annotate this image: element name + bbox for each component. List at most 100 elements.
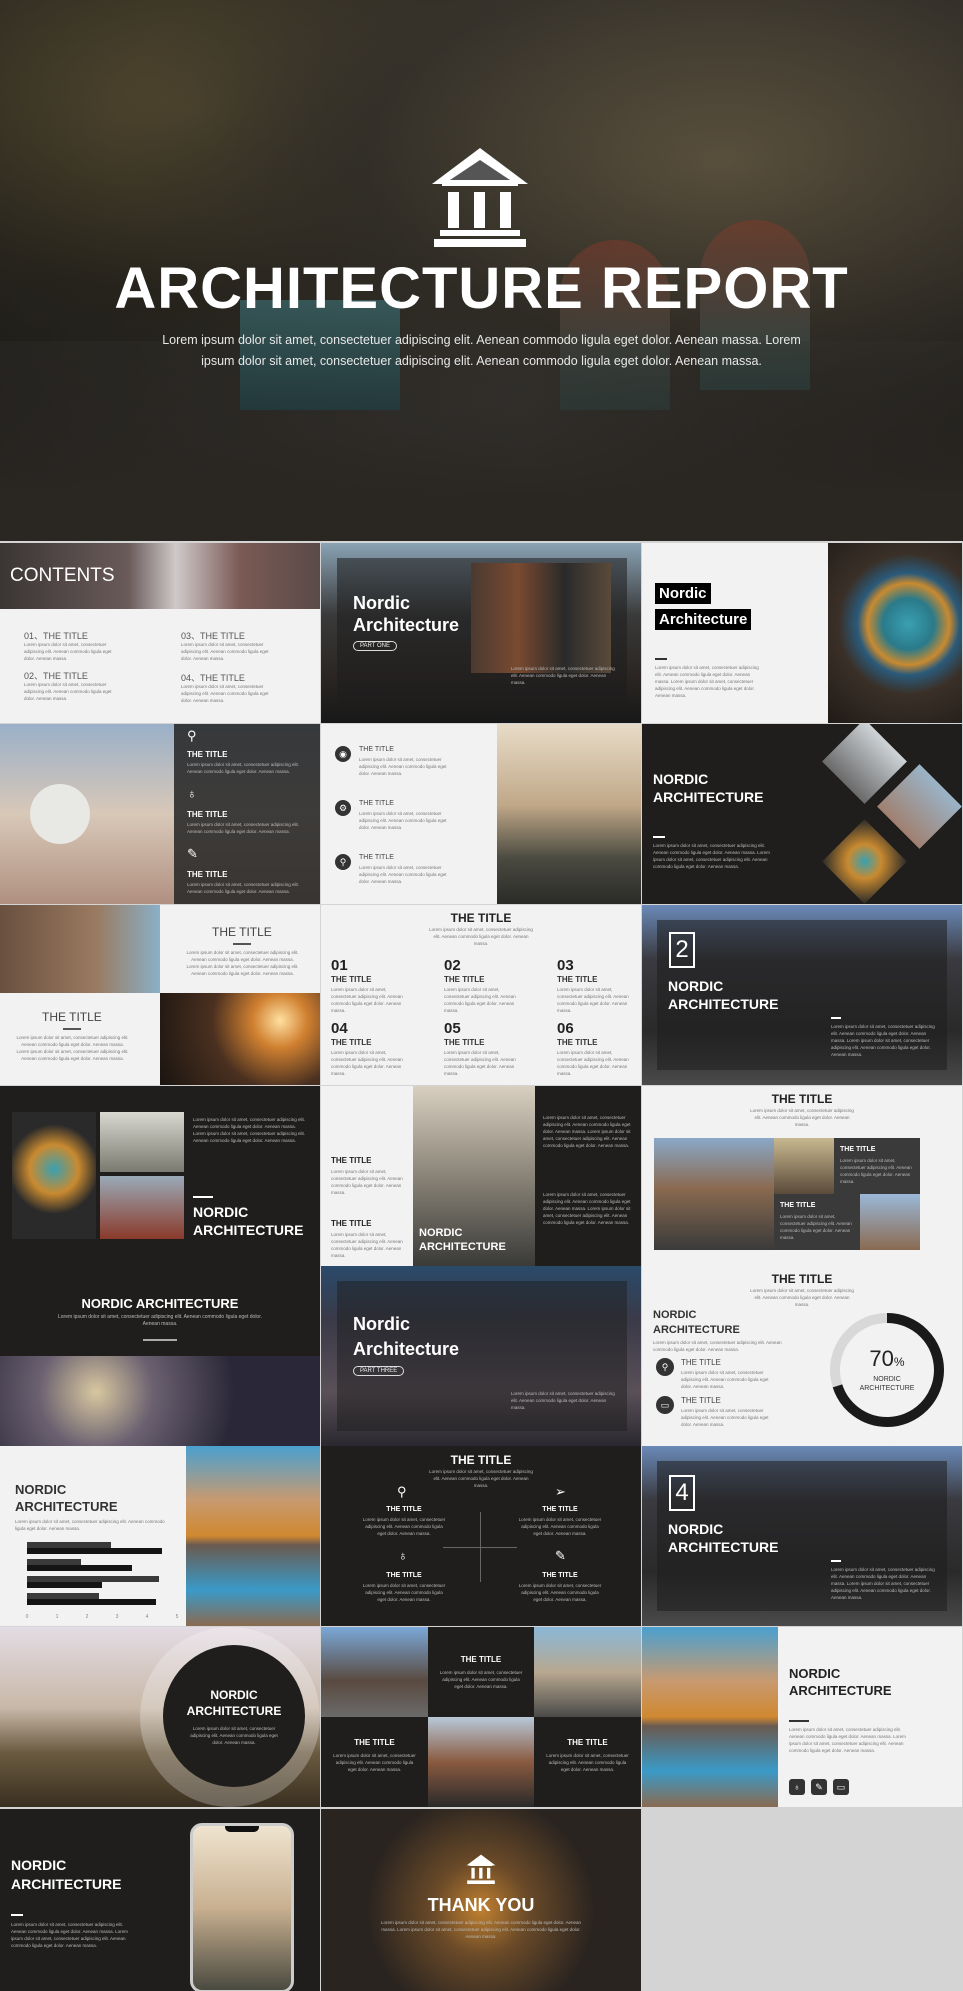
feature-desc: Lorem ipsum dolor sit amet, consectetuer… <box>518 1517 602 1536</box>
slide-section-4[interactable]: 4 NORDIC ARCHITECTURE Lorem ipsum dolor … <box>642 1446 962 1626</box>
title-card: THE TITLE Lorem ipsum dolor sit amet, co… <box>834 1138 920 1194</box>
astronomical-clock-photo <box>828 543 962 723</box>
lightbulb-icon[interactable]: ♁ <box>789 1779 805 1795</box>
slide-title-architecture: Architecture <box>353 615 460 635</box>
slide-nordic-clock[interactable]: Nordic Architecture Lorem ipsum dolor si… <box>642 543 962 723</box>
feature-desc: Lorem ipsum dolor sit amet, consectetuer… <box>362 1517 446 1536</box>
bar <box>27 1542 111 1548</box>
bar <box>27 1559 81 1565</box>
feature-title: THE TITLE <box>542 1506 578 1513</box>
slide-seagull[interactable]: ⚲ THE TITLE Lorem ipsum dolor sit amet, … <box>0 724 320 904</box>
slide-title: THE TITLE <box>331 1219 372 1228</box>
slide-desc: Lorem ipsum dolor sit amet, consectetuer… <box>511 666 615 685</box>
slide-title: THE TITLE <box>331 1156 372 1165</box>
monitor-icon[interactable]: ▭ <box>833 1779 849 1795</box>
bar <box>27 1599 156 1605</box>
divider-horizontal <box>443 1547 517 1548</box>
slide-title: THE TITLE <box>771 1272 833 1286</box>
circle-panel: NORDIC ARCHITECTURE Lorem ipsum dolor si… <box>163 1645 305 1787</box>
slide-part-one[interactable]: Nordic Architecture PART ONE Lorem ipsum… <box>321 543 641 723</box>
slide-circle[interactable]: NORDIC ARCHITECTURE Lorem ipsum dolor si… <box>0 1627 320 1807</box>
slide-section-2[interactable]: 2 NORDIC ARCHITECTURE Lorem ipsum dolor … <box>642 905 962 1085</box>
slide-desc: Lorem ipsum dolor sit amet, consectetuer… <box>789 1727 906 1753</box>
pencil-icon: ✎ <box>555 1548 566 1563</box>
ring-label: ARCHITECTURE <box>859 1385 915 1392</box>
divider <box>653 836 665 838</box>
slide-icon-list[interactable]: ◉ THE TITLE Lorem ipsum dolor sit amet, … <box>321 724 641 904</box>
slide-statue[interactable]: THE TITLE Lorem ipsum dolor sit amet, co… <box>321 1086 641 1266</box>
title-card: THE TITLE Lorem ipsum dolor sit amet, co… <box>774 1194 860 1250</box>
feature-title: THE TITLE <box>386 1506 422 1513</box>
slide-title: NORDIC ARCHITECTURE <box>193 1204 304 1238</box>
street-photo <box>774 1138 834 1194</box>
progress-unit: % <box>893 1355 905 1369</box>
tick-label: 2 <box>86 1614 89 1620</box>
slide-desc: Lorem ipsum dolor sit amet, consectetuer… <box>429 1469 533 1488</box>
slide-desc: Lorem ipsum dolor sit amet, consectetuer… <box>57 1314 262 1327</box>
part-three-badge[interactable]: PART THREE <box>353 1366 405 1376</box>
tick-label: 5 <box>176 1614 179 1620</box>
slide-nordic-diamonds[interactable]: NORDIC ARCHITECTURE Lorem ipsum dolor si… <box>642 724 962 904</box>
step-desc: Lorem ipsum dolor sit amet, consectetuer… <box>557 987 629 1013</box>
tick-label: 4 <box>146 1614 149 1620</box>
part-one-badge[interactable]: PART ONE <box>353 641 398 651</box>
slide-six-steps[interactable]: THE TITLE Lorem ipsum dolor sit amet, co… <box>321 905 641 1085</box>
slide-clock-bullets[interactable]: Lorem ipsum dolor sit amet, consectetuer… <box>0 1086 320 1266</box>
search-icon: ⚲ <box>187 728 197 743</box>
slide-title-photos[interactable]: THE TITLE Lorem ipsum dolor sit amet, co… <box>642 1086 962 1266</box>
slide-four-features[interactable]: THE TITLE Lorem ipsum dolor sit amet, co… <box>321 1446 641 1626</box>
bullet-list: Lorem ipsum dolor sit amet, consectetuer… <box>193 1117 306 1143</box>
slide-desc: Lorem ipsum dolor sit amet, consectetuer… <box>653 1340 782 1352</box>
slide-desc: Lorem ipsum dolor sit amet, consectetuer… <box>11 1922 128 1948</box>
step-title: THE TITLE <box>557 1038 598 1047</box>
cell-title: THE TITLE <box>460 1655 502 1664</box>
slide-thank-you[interactable]: THANK YOU Lorem ipsum dolor sit amet, co… <box>321 1809 641 1991</box>
slide-nordic-town[interactable]: NORDIC ARCHITECTURE Lorem ipsum dolor si… <box>0 1266 320 1446</box>
slide-title: THE TITLE <box>450 1453 512 1467</box>
slide-progress[interactable]: THE TITLE Lorem ipsum dolor sit amet, co… <box>642 1266 962 1446</box>
list-title: THE TITLE <box>359 854 394 861</box>
step-number: 04 <box>331 1020 348 1037</box>
slide-title: NORDIC ARCHITECTURE <box>186 1688 282 1718</box>
slide-title: THE TITLE <box>42 1010 102 1024</box>
statue-photo <box>100 1112 184 1172</box>
bullet-list: Lorem ipsum dolor sit amet, consectetuer… <box>543 1115 631 1148</box>
bullet-list: Lorem ipsum dolor sit amet, consectetuer… <box>543 1192 631 1225</box>
pencil-icon[interactable]: ✎ <box>811 1779 827 1795</box>
cell-title: THE TITLE <box>354 1738 395 1747</box>
slide-desc: Lorem ipsum dolor sit amet, consectetuer… <box>429 927 533 946</box>
slide-subtitle: NORDIC ARCHITECTURE <box>653 1309 740 1336</box>
ring-label: NORDIC <box>873 1376 901 1383</box>
sunset-person-photo <box>160 993 320 1085</box>
bar <box>27 1593 99 1599</box>
slide-title-nordic: Nordic <box>353 1314 411 1334</box>
clock-photo <box>822 819 907 904</box>
classical-building-icon <box>466 1854 496 1884</box>
divider <box>63 1028 81 1030</box>
slide-desc: Lorem ipsum dolor sit amet, consectetuer… <box>186 950 299 976</box>
monitor-icon: ▭ <box>656 1396 674 1414</box>
colosseum-photo <box>0 905 160 993</box>
slide-desc: Lorem ipsum dolor sit amet, consectetuer… <box>831 1024 935 1057</box>
slide-part-three[interactable]: Nordic Architecture PART THREE Lorem ips… <box>321 1266 641 1446</box>
divider <box>789 1720 809 1722</box>
bar <box>27 1582 102 1588</box>
overlay-title: NORDIC ARCHITECTURE <box>419 1227 506 1253</box>
slide-title-architecture: Architecture <box>353 1339 460 1359</box>
step-number: 02 <box>444 957 461 974</box>
hero-slide[interactable]: ARCHITECTURE REPORT Lorem ipsum dolor si… <box>0 0 963 541</box>
item-title: THE TITLE <box>681 1396 721 1405</box>
slide-contents[interactable]: CONTENTS 01、THE TITLE Lorem ipsum dolor … <box>0 543 320 723</box>
feature-desc: Lorem ipsum dolor sit amet, consectetuer… <box>187 822 300 834</box>
slide-title: THE TITLE <box>450 911 512 925</box>
list-desc: Lorem ipsum dolor sit amet, consectetuer… <box>359 865 447 884</box>
slide-tram-icons[interactable]: NORDIC ARCHITECTURE Lorem ipsum dolor si… <box>642 1627 962 1807</box>
tick-label: 3 <box>116 1614 119 1620</box>
slide-phone[interactable]: NORDIC ARCHITECTURE Lorem ipsum dolor si… <box>0 1809 320 1991</box>
clock-photo <box>12 1112 96 1239</box>
step-desc: Lorem ipsum dolor sit amet, consectetuer… <box>331 987 403 1013</box>
step-title: THE TITLE <box>331 975 372 984</box>
slide-title-grid[interactable]: THE TITLE Lorem ipsum dolor sit amet, co… <box>321 1627 641 1807</box>
slide-colosseum[interactable]: THE TITLE Lorem ipsum dolor sit amet, co… <box>0 905 320 1085</box>
slide-bar-chart[interactable]: NORDIC ARCHITECTURE Lorem ipsum dolor si… <box>0 1446 320 1626</box>
